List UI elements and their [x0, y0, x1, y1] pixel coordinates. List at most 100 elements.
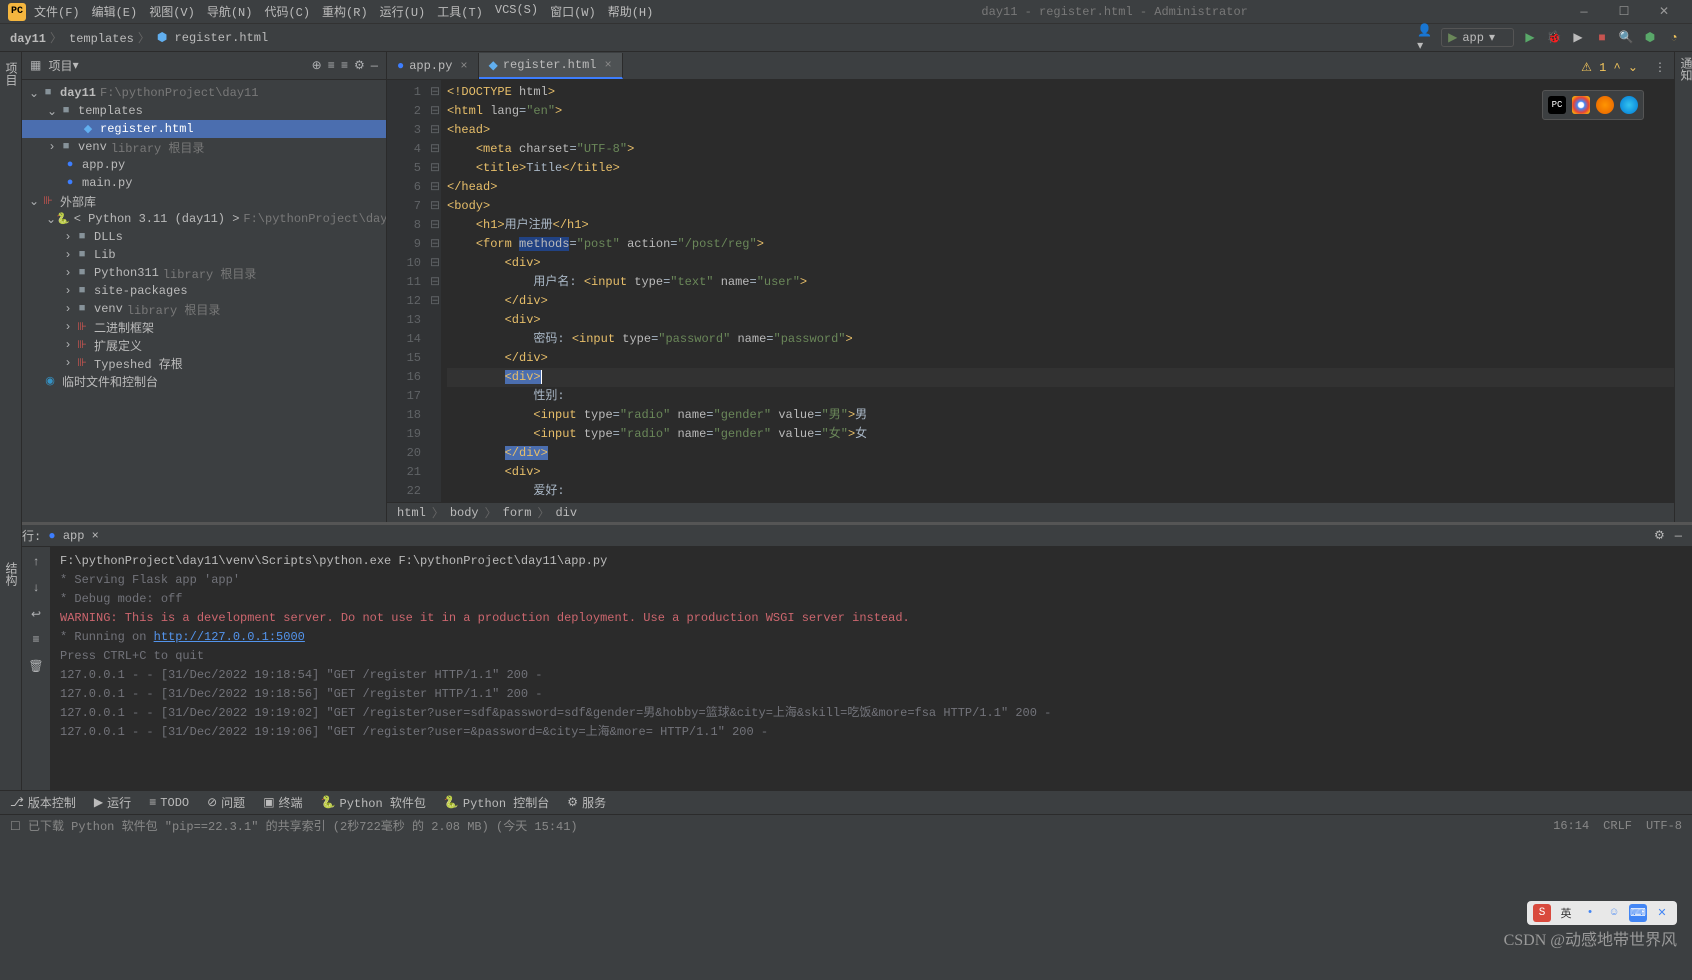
tab-app-py[interactable]: ●app.py×: [387, 53, 479, 79]
breadcrumb-file[interactable]: ⬢ register.html: [157, 30, 268, 45]
scroll-end-button[interactable]: ≡: [26, 629, 46, 651]
tree-lib[interactable]: ›■Lib: [22, 246, 386, 264]
hide-panel-icon[interactable]: —: [371, 59, 378, 73]
firefox-icon[interactable]: [1596, 96, 1614, 114]
editor: ●app.py× ◆register.html× ⚠ 1 ^ ⌄ ⋮ 12345…: [387, 52, 1674, 522]
tree-python[interactable]: ⌄🐍< Python 3.11 (day11) >F:\pythonProjec…: [22, 210, 386, 228]
debug-button[interactable]: 🐞: [1546, 30, 1562, 46]
close-button[interactable]: ✕: [1644, 4, 1684, 19]
stop-button[interactable]: ■: [1594, 30, 1610, 46]
user-icon[interactable]: 👤▾: [1417, 30, 1433, 46]
navigation-bar: day11〉 templates〉 ⬢ register.html 👤▾ ▶ap…: [0, 24, 1692, 52]
run-panel: 运行: ● app × ⚙ — ↻↑ ▶↓ ■↩ ⊞≡ 🖶🗑 F:\python…: [0, 522, 1692, 790]
tree-venv2[interactable]: ›■venvlibrary 根目录: [22, 300, 386, 318]
tree-scratches[interactable]: ◉临时文件和控制台: [22, 372, 386, 390]
menu-item[interactable]: 文件(F): [34, 3, 80, 20]
ime-toolbar[interactable]: S 英 • ☺ ⌨ ✕: [1527, 901, 1677, 925]
editor-menu-icon[interactable]: ⋮: [1646, 56, 1674, 79]
left-tool-strip: 项目: [0, 52, 22, 522]
file-encoding[interactable]: UTF-8: [1646, 819, 1682, 833]
bottom-tool[interactable]: ⎇版本控制: [10, 794, 76, 811]
tree-binary-skeletons[interactable]: ›⊪二进制框架: [22, 318, 386, 336]
menu-item[interactable]: 运行(U): [380, 3, 426, 20]
soft-wrap-button[interactable]: ↩: [26, 603, 46, 625]
menu-item[interactable]: 工具(T): [437, 3, 483, 20]
panel-settings-icon[interactable]: ⚙: [354, 58, 365, 73]
bottom-tool[interactable]: ≡TODO: [149, 796, 189, 810]
warnings-badge[interactable]: ⚠ 1 ^ ⌄: [1573, 56, 1646, 79]
cursor-position[interactable]: 16:14: [1553, 819, 1589, 833]
expand-all-icon[interactable]: ≡: [328, 59, 335, 73]
structure-tab[interactable]: 结构: [0, 522, 21, 626]
tree-site-packages[interactable]: ›■site-packages: [22, 282, 386, 300]
chrome-icon[interactable]: [1572, 96, 1590, 114]
coverage-button[interactable]: ▶: [1570, 30, 1586, 46]
tree-typeshed[interactable]: ›⊪Typeshed 存根: [22, 354, 386, 372]
bottom-tool-bar: ⎇版本控制 ▶运行 ≡TODO ⊘问题 ▣终端 🐍Python 软件包 🐍Python 控制…: [0, 790, 1692, 814]
notifications-tab[interactable]: 通知: [1675, 52, 1692, 86]
bottom-tool[interactable]: ▣终端: [263, 794, 302, 811]
hide-run-panel-icon[interactable]: —: [1675, 529, 1682, 543]
tree-root[interactable]: ⌄■day11F:\pythonProject\day11: [22, 84, 386, 102]
line-number-gutter[interactable]: 1234567891011121314151617181920212223: [387, 80, 429, 502]
title-bar: PC 文件(F)编辑(E)视图(V)导航(N)代码(C)重构(R)运行(U)工具…: [0, 0, 1692, 24]
project-panel-title: 项目: [49, 57, 73, 74]
line-separator[interactable]: CRLF: [1603, 819, 1632, 833]
trash-button[interactable]: 🗑: [26, 655, 46, 677]
menu-item[interactable]: 视图(V): [149, 3, 195, 20]
code-breadcrumb[interactable]: html〉body〉form〉div: [387, 502, 1674, 522]
up-button[interactable]: ↑: [26, 551, 46, 573]
minimize-button[interactable]: —: [1564, 5, 1604, 19]
main-menu: 文件(F) 编辑(E) 视图(V) 导航(N) 代码(C) 重构(R) 运行(U) 工具(T)…: [34, 3, 665, 20]
close-icon[interactable]: ×: [460, 59, 467, 73]
breadcrumb-folder[interactable]: templates〉: [69, 29, 154, 46]
bottom-tool[interactable]: 🐍Python 软件包: [321, 794, 426, 811]
settings-icon[interactable]: ⬢: [1642, 30, 1658, 46]
tree-python311[interactable]: ›■Python311library 根目录: [22, 264, 386, 282]
tree-main-py[interactable]: ●main.py: [22, 174, 386, 192]
menu-item[interactable]: 代码(C): [264, 3, 310, 20]
select-opened-file-icon[interactable]: ⊕: [312, 58, 322, 73]
breadcrumb-project[interactable]: day11〉: [10, 29, 66, 46]
ide-icon[interactable]: ◔: [1666, 30, 1682, 46]
tree-dlls[interactable]: ›■DLLs: [22, 228, 386, 246]
tab-register-html[interactable]: ◆register.html×: [479, 53, 623, 79]
menu-item[interactable]: 帮助(H): [608, 3, 654, 20]
menu-item[interactable]: 窗口(W): [550, 3, 596, 20]
search-button[interactable]: 🔍: [1618, 30, 1634, 46]
project-panel-header: ▦ 项目 ▾ ⊕ ≡ ≡ ⚙ —: [22, 52, 386, 80]
tree-venv[interactable]: ›■venvlibrary 根目录: [22, 138, 386, 156]
project-tree[interactable]: ⌄■day11F:\pythonProject\day11 ⌄■template…: [22, 80, 386, 522]
window-title: day11 - register.html - Administrator: [665, 5, 1564, 19]
close-icon[interactable]: ×: [604, 58, 611, 72]
fold-gutter[interactable]: ⊟⊟⊟⊟⊟⊟⊟⊟⊟⊟⊟⊟: [429, 80, 441, 502]
run-tab-name[interactable]: app: [63, 529, 85, 543]
run-config-selector[interactable]: ▶app ▾: [1441, 28, 1514, 47]
tree-register-html[interactable]: ◆register.html: [22, 120, 386, 138]
console-output[interactable]: F:\pythonProject\day11\venv\Scripts\pyth…: [50, 547, 1692, 790]
edge-icon[interactable]: [1620, 96, 1638, 114]
bottom-tool[interactable]: ⚙服务: [567, 794, 606, 811]
run-settings-icon[interactable]: ⚙: [1654, 528, 1665, 543]
down-button[interactable]: ↓: [26, 577, 46, 599]
bottom-tool[interactable]: ▶运行: [94, 794, 131, 811]
tree-app-py[interactable]: ●app.py: [22, 156, 386, 174]
tree-ext-def[interactable]: ›⊪扩展定义: [22, 336, 386, 354]
collapse-all-icon[interactable]: ≡: [341, 59, 348, 73]
tree-external-libs[interactable]: ⌄⊪外部库: [22, 192, 386, 210]
menu-item[interactable]: 编辑(E): [92, 3, 138, 20]
menu-item[interactable]: 导航(N): [207, 3, 253, 20]
status-message: ☐ 已下载 Python 软件包 "pip==22.3.1" 的共享索引 (2秒…: [10, 817, 578, 834]
project-tool-tab[interactable]: 项目: [0, 57, 21, 91]
code-editor[interactable]: 1234567891011121314151617181920212223 ⊟⊟…: [387, 80, 1674, 502]
maximize-button[interactable]: ☐: [1604, 4, 1644, 19]
pycharm-icon[interactable]: PC: [1548, 96, 1566, 114]
menu-item[interactable]: 重构(R): [322, 3, 368, 20]
tree-templates[interactable]: ⌄■templates: [22, 102, 386, 120]
menu-item[interactable]: VCS(S): [495, 3, 538, 20]
run-panel-header: 运行: ● app × ⚙ —: [0, 525, 1692, 547]
bottom-tool[interactable]: 🐍Python 控制台: [444, 794, 549, 811]
status-bar: ☐ 已下载 Python 软件包 "pip==22.3.1" 的共享索引 (2秒…: [0, 814, 1692, 836]
bottom-tool[interactable]: ⊘问题: [207, 794, 245, 811]
run-button[interactable]: ▶: [1522, 30, 1538, 46]
